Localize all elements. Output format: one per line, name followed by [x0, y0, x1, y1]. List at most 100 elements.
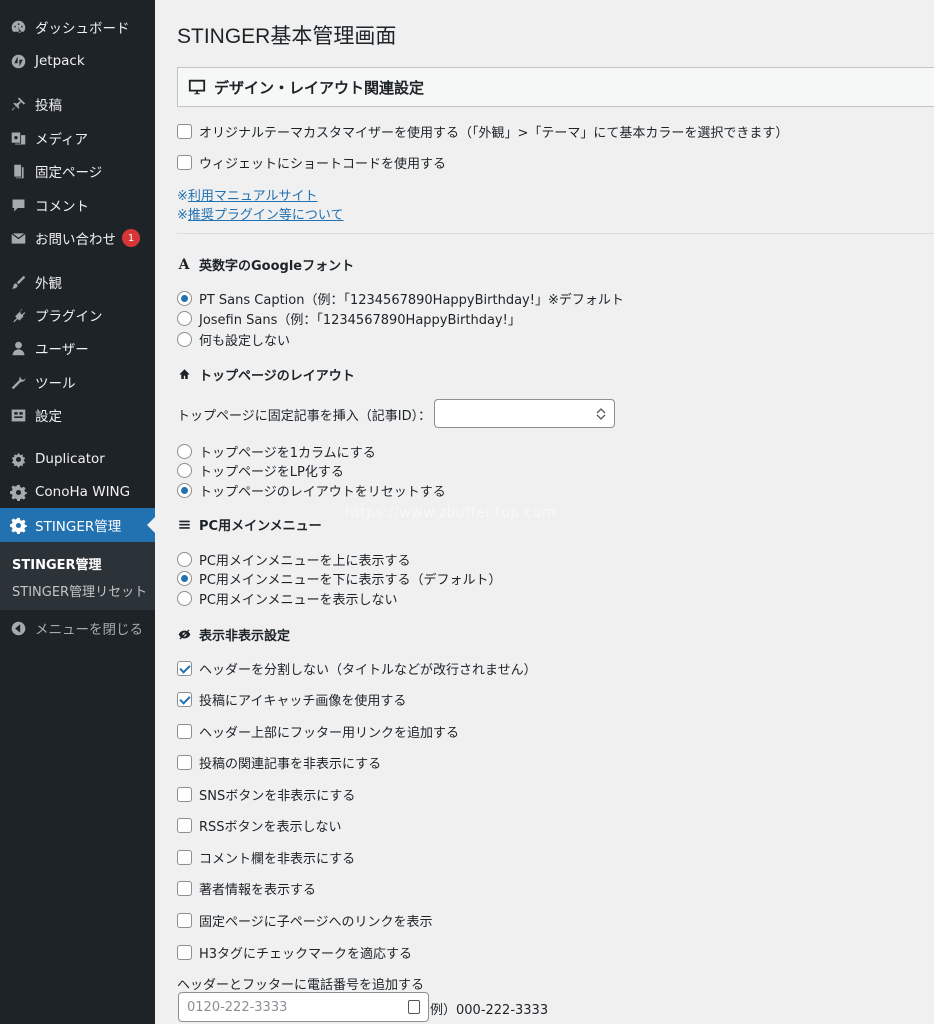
radio-menu-top[interactable]: PC用メインメニューを上に表示する	[177, 550, 411, 569]
sidebar-item-label: 投稿	[35, 98, 62, 114]
sidebar-item-dashboard[interactable]: ダッシュボード	[0, 10, 155, 44]
option-label: PC用メインメニューを上に表示する	[199, 554, 411, 569]
sidebar-item-appearance[interactable]: 外観	[0, 265, 155, 299]
radio-font-josefin[interactable]: Josefin Sans（例：「1234567890HappyBirthday!…	[177, 309, 521, 328]
radio-font-none[interactable]: 何も設定しない	[177, 330, 290, 349]
radio-menu-hide[interactable]: PC用メインメニューを表示しない	[177, 589, 398, 608]
option-label: 固定ページに子ページへのリンクを表示	[199, 915, 433, 930]
checkbox[interactable]	[177, 124, 192, 139]
sidebar-item-label: Duplicator	[35, 451, 105, 467]
subhead-label: PC用メインメニュー	[199, 519, 322, 534]
sidebar-item-posts[interactable]: 投稿	[0, 87, 155, 121]
sidebar-item-label: STINGER管理	[35, 519, 122, 535]
radio-button[interactable]	[177, 444, 192, 459]
option-widget-shortcode[interactable]: ウィジェットにショートコードを使用する	[177, 153, 446, 172]
link-label[interactable]: 推奨プラグイン等について	[188, 208, 344, 223]
sidebar-item-plugins[interactable]: プラグイン	[0, 298, 155, 332]
option-child-page-links[interactable]: 固定ページに子ページへのリンクを表示	[177, 911, 432, 930]
manual-site-link[interactable]: ※利用マニュアルサイト	[177, 185, 318, 204]
submenu-item-stinger-reset[interactable]: STINGER管理リセット	[12, 581, 147, 600]
mail-icon	[8, 228, 28, 248]
sidebar-item-stinger[interactable]: STINGER管理	[0, 508, 155, 542]
gear-icon	[8, 515, 28, 535]
admin-sidebar: ダッシュボード Jetpack 投稿 メディア 固定ページ コメント お問い合わ…	[0, 0, 155, 1024]
page-title: STINGER基本管理画面	[177, 25, 397, 48]
radio-top-1column[interactable]: トップページを1カラムにする	[177, 442, 376, 461]
notification-badge: 1	[122, 229, 140, 247]
sidebar-item-users[interactable]: ユーザー	[0, 331, 155, 365]
radio-menu-bottom[interactable]: PC用メインメニューを下に表示する（デフォルト）	[177, 569, 502, 588]
radio-button[interactable]	[177, 311, 192, 326]
collapse-arrow-icon	[8, 618, 28, 638]
pin-icon	[8, 94, 28, 114]
option-hide-related[interactable]: 投稿の関連記事を非表示にする	[177, 753, 381, 772]
sidebar-item-label: ConoHa WING	[35, 484, 131, 500]
sidebar-item-comments[interactable]: コメント	[0, 188, 155, 222]
sidebar-item-conoha[interactable]: ConoHa WING	[0, 475, 155, 509]
radio-top-lp[interactable]: トップページをLP化する	[177, 461, 344, 480]
radio-button[interactable]	[177, 552, 192, 567]
link-label[interactable]: 利用マニュアルサイト	[188, 189, 318, 204]
option-label: RSSボタンを表示しない	[199, 820, 342, 835]
sidebar-item-media[interactable]: メディア	[0, 121, 155, 155]
checkbox[interactable]	[177, 724, 192, 739]
option-hide-comments[interactable]: コメント欄を非表示にする	[177, 848, 355, 867]
spinner-icon[interactable]	[596, 407, 606, 421]
checkbox[interactable]	[177, 881, 192, 896]
radio-button[interactable]	[177, 463, 192, 478]
settings-icon	[8, 405, 28, 425]
media-icon	[8, 128, 28, 148]
sidebar-item-settings[interactable]: 設定	[0, 398, 155, 432]
collapse-menu-button[interactable]: メニューを閉じる	[0, 611, 155, 645]
checkbox[interactable]	[177, 818, 192, 833]
sidebar-item-duplicator[interactable]: Duplicator	[0, 442, 155, 476]
checkbox[interactable]	[177, 755, 192, 770]
option-label: SNSボタンを非表示にする	[199, 789, 356, 804]
checkbox[interactable]	[177, 945, 192, 960]
option-hide-rss[interactable]: RSSボタンを表示しない	[177, 816, 342, 835]
option-label: 投稿の関連記事を非表示にする	[199, 757, 382, 772]
radio-font-pt-sans[interactable]: PT Sans Caption（例：「1234567890HappyBirthd…	[177, 289, 624, 308]
radio-button[interactable]	[177, 591, 192, 606]
sidebar-item-tools[interactable]: ツール	[0, 365, 155, 399]
sidebar-item-jetpack[interactable]: Jetpack	[0, 44, 155, 78]
option-header-footer-links[interactable]: ヘッダー上部にフッター用リンクを追加する	[177, 722, 459, 741]
article-id-input[interactable]	[434, 399, 615, 428]
radio-button[interactable]	[177, 571, 192, 586]
option-hide-sns[interactable]: SNSボタンを非表示にする	[177, 785, 355, 804]
sidebar-item-label: プラグイン	[35, 309, 103, 325]
option-eyecatch[interactable]: 投稿にアイキャッチ画像を使用する	[177, 690, 406, 709]
recommended-plugins-link[interactable]: ※推奨プラグイン等について	[177, 204, 344, 223]
sidebar-item-contact[interactable]: お問い合わせ 1	[0, 221, 155, 255]
checkbox[interactable]	[177, 155, 192, 170]
radio-button[interactable]	[177, 332, 192, 347]
option-label: H3タグにチェックマークを適応する	[199, 947, 413, 962]
option-label: コメント欄を非表示にする	[199, 852, 356, 867]
field-label: トップページに固定記事を挿入（記事ID）：	[177, 409, 432, 424]
checkbox[interactable]	[177, 787, 192, 802]
main-content: STINGER基本管理画面 デザイン・レイアウト関連設定 オリジナルテーマカスタ…	[155, 0, 934, 1024]
radio-top-reset[interactable]: トップページのレイアウトをリセットする	[177, 481, 446, 500]
checkbox[interactable]	[177, 913, 192, 928]
sidebar-item-label: ユーザー	[35, 342, 89, 358]
checkbox[interactable]	[177, 692, 192, 707]
option-header-no-split[interactable]: ヘッダーを分割しない（タイトルなどが改行されません）	[177, 659, 537, 678]
section-title: デザイン・レイアウト関連設定	[214, 78, 425, 97]
autofill-icon[interactable]	[408, 1000, 420, 1014]
option-label: PC用メインメニューを下に表示する（デフォルト）	[199, 573, 502, 588]
option-show-author[interactable]: 著者情報を表示する	[177, 879, 316, 898]
checkbox[interactable]	[177, 661, 192, 676]
option-theme-customizer[interactable]: オリジナルテーマカスタマイザーを使用する（「外観」>「テーマ」にて基本カラーを選…	[177, 122, 788, 141]
option-h3-checkmark[interactable]: H3タグにチェックマークを適応する	[177, 943, 412, 962]
sidebar-item-label: メディア	[35, 132, 89, 148]
submenu-item-stinger[interactable]: STINGER管理	[12, 554, 102, 573]
collapse-label: メニューを閉じる	[35, 622, 143, 638]
option-label: トップページのレイアウトをリセットする	[199, 485, 446, 500]
menu-icon	[177, 518, 191, 532]
phone-input[interactable]: 0120-222-3333	[178, 992, 429, 1022]
sidebar-item-pages[interactable]: 固定ページ	[0, 154, 155, 188]
radio-button[interactable]	[177, 483, 192, 498]
radio-button[interactable]	[177, 291, 192, 306]
field-label: ヘッダーとフッターに電話番号を追加する	[177, 978, 425, 993]
checkbox[interactable]	[177, 850, 192, 865]
